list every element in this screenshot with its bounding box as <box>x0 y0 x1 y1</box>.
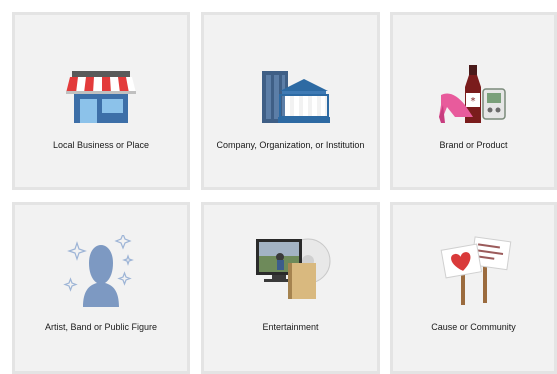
category-label: Brand or Product <box>439 140 508 150</box>
category-card-cause[interactable]: Cause or Community <box>390 202 557 374</box>
category-label: Cause or Community <box>431 322 516 332</box>
category-card-company[interactable]: Company, Organization, or Institution <box>201 12 380 190</box>
category-card-brand[interactable]: * Brand or Product <box>390 12 557 190</box>
person-silhouette-icon <box>15 235 187 307</box>
category-label: Artist, Band or Public Figure <box>44 322 158 332</box>
category-card-local-business[interactable]: Local Business or Place <box>12 12 190 190</box>
storefront-icon <box>15 65 187 127</box>
buildings-icon <box>204 65 377 127</box>
tv-film-icon <box>204 235 377 299</box>
page-category-grid: Local Business or Place Company, Organiz… <box>0 0 557 374</box>
category-card-entertainment[interactable]: Entertainment <box>201 202 380 374</box>
products-icon: * <box>393 65 554 127</box>
category-label: Entertainment <box>262 322 319 332</box>
category-label: Company, Organization, or Institution <box>216 140 365 150</box>
category-label: Local Business or Place <box>52 140 150 150</box>
protest-signs-icon <box>393 235 554 305</box>
category-card-artist[interactable]: Artist, Band or Public Figure <box>12 202 190 374</box>
svg-text:*: * <box>470 96 475 107</box>
